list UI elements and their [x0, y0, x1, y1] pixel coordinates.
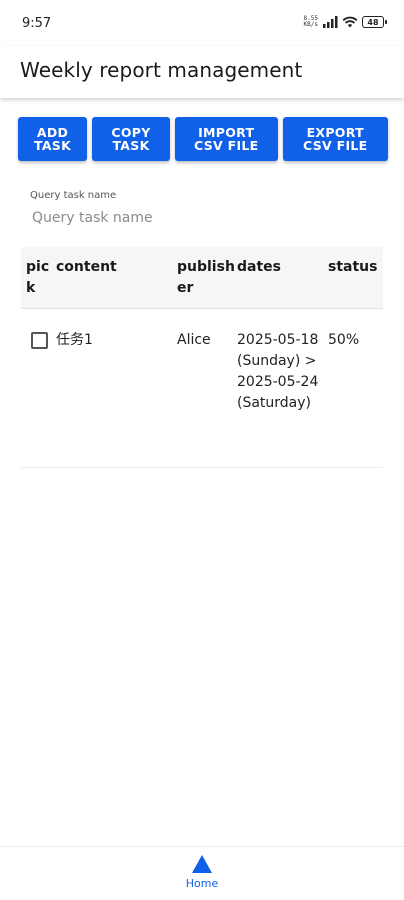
export-csv-button[interactable]: EXPORT CSV FILE — [282, 117, 388, 161]
copy-task-button[interactable]: COPY TASK — [92, 117, 170, 161]
battery-icon: 48 — [362, 16, 387, 28]
add-task-button[interactable]: ADD TASK — [18, 117, 88, 161]
table-row[interactable]: 任务1 Alice 2025-05-18(Sunday) > 2025-05-2… — [21, 309, 383, 468]
status-bar: 9:57 8.55 KB/s 48 — [0, 0, 404, 46]
table-header: pick content publisher dates status — [21, 247, 383, 309]
task-table: pick content publisher dates status 任务1 … — [21, 247, 383, 468]
search-field: Query task name — [30, 190, 380, 229]
signal-icon — [323, 16, 338, 28]
search-label: Query task name — [30, 190, 117, 201]
network-speed: 8.55 KB/s — [303, 15, 318, 28]
app-bar: Weekly report management — [0, 46, 404, 98]
dates-cell: 2025-05-18(Sunday) > 2025-05-24(Saturday… — [237, 332, 319, 411]
nav-label-home: Home — [185, 877, 219, 890]
status-icons: 8.55 KB/s 48 — [303, 15, 387, 28]
column-header-content: content — [56, 259, 117, 275]
content-cell: 任务1 — [56, 332, 93, 348]
home-triangle-icon — [192, 855, 212, 873]
page-title: Weekly report management — [20, 58, 303, 82]
bottom-nav: Home — [0, 846, 404, 900]
pick-cell — [21, 309, 56, 467]
wifi-icon — [342, 16, 358, 28]
column-header-dates: dates — [237, 259, 281, 275]
column-header-publisher: publisher — [177, 259, 235, 296]
publisher-cell: Alice — [177, 332, 211, 348]
column-header-status: status — [328, 259, 378, 275]
action-toolbar: ADD TASK COPY TASK IMPORT CSV FILE EXPOR… — [18, 117, 388, 161]
nav-item-home[interactable]: Home — [175, 855, 229, 897]
status-time: 9:57 — [22, 16, 52, 31]
status-cell: 50% — [328, 332, 360, 348]
search-input[interactable] — [30, 207, 360, 229]
import-csv-button[interactable]: IMPORT CSV FILE — [174, 117, 278, 161]
row-checkbox[interactable] — [31, 332, 48, 349]
column-header-pick: pick — [26, 259, 50, 296]
